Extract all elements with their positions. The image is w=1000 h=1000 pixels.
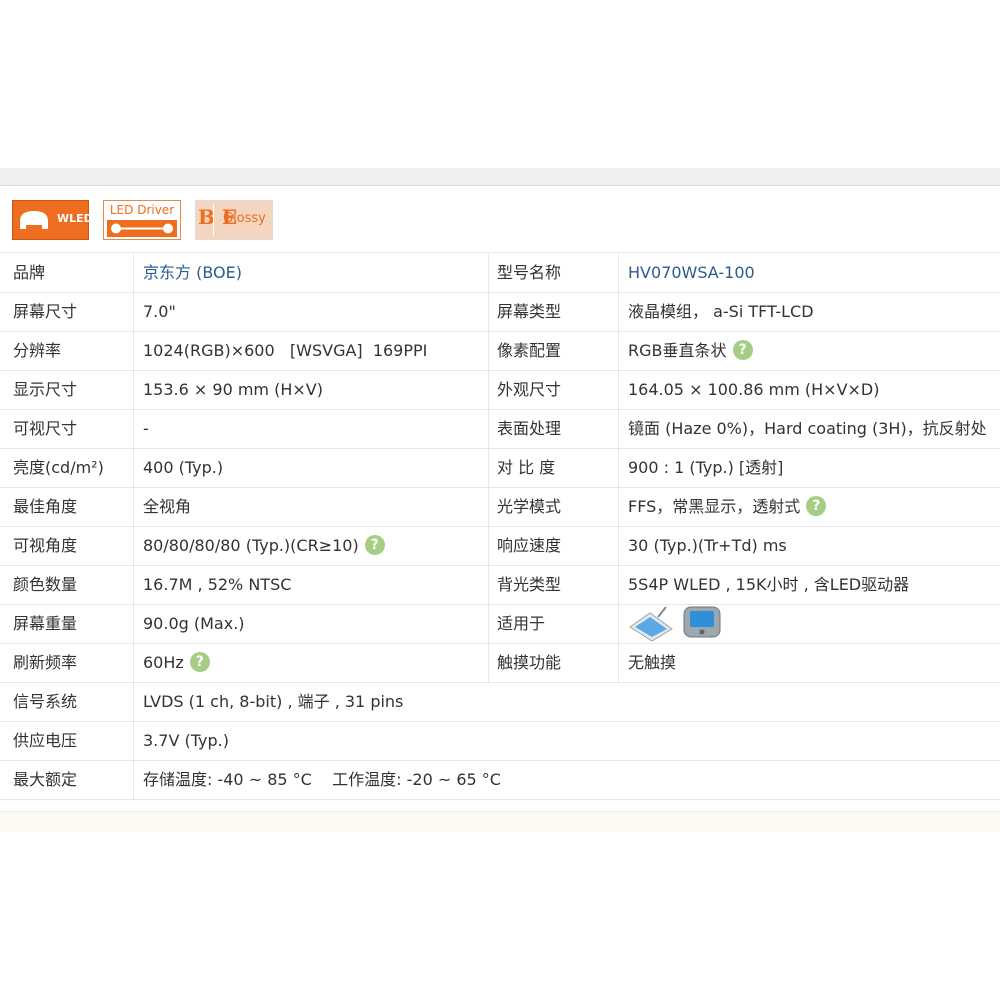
luminance-key: 亮度(cd/m²) [13, 458, 104, 477]
outline-key: 外观尺寸 [497, 380, 562, 399]
contrast-key: 对 比 度 [497, 458, 556, 477]
pixel-key: 像素配置 [497, 341, 562, 360]
type-value: 液晶模组， a-Si TFT-LCD [628, 302, 814, 321]
table-row: 品牌 京东方 (BOE) 型号名称 HV070WSA-100 [0, 254, 1000, 293]
view-angle-value: 80/80/80/80 (Typ.)(CR≥10)? [143, 527, 488, 565]
luminance-value: 400 (Typ.) [143, 458, 224, 477]
bottom-band [0, 811, 1000, 832]
help-icon[interactable]: ? [806, 495, 827, 516]
feature-badges: WLED LED Driver B E Glossy [0, 186, 1000, 253]
resolution-text: 1024(RGB)×600 [WSVGA] 169PPI [143, 341, 428, 360]
weight-value: 90.0g (Max.) [143, 614, 245, 633]
best-angle-value: 全视角 [143, 497, 192, 516]
glossy-separator [213, 204, 214, 236]
pixel-value: RGB垂直条状? [628, 332, 1000, 370]
size-value: 7.0" [143, 302, 176, 321]
type-key: 屏幕类型 [497, 302, 562, 321]
optical-value: FFS，常黑显示，透射式? [628, 488, 1000, 526]
optical-key: 光学模式 [497, 497, 562, 516]
color-key: 颜色数量 [13, 575, 78, 594]
help-icon[interactable]: ? [189, 651, 210, 672]
display-size-value: 153.6 × 90 mm (H×V) [143, 380, 323, 399]
wled-icon [20, 211, 48, 229]
top-band [0, 168, 1000, 186]
resolution-key: 分辨率 [13, 341, 62, 360]
backlight-key: 背光类型 [497, 575, 562, 594]
voltage-key: 供应电压 [13, 731, 78, 750]
application-devices [629, 606, 721, 642]
led-driver-label: LED Driver [109, 203, 175, 217]
outline-value: 164.05 × 100.86 mm (H×V×D) [628, 380, 880, 399]
brand-key: 品牌 [13, 263, 46, 282]
wled-label: WLED [57, 212, 93, 225]
contrast-value: 900 : 1 (Typ.) [透射] [628, 458, 784, 477]
display-size-key: 显示尺寸 [13, 380, 78, 399]
model-link[interactable]: HV070WSA-100 [628, 254, 1000, 292]
signal-value: LVDS (1 ch, 8-bit) , 端子 , 31 pins [143, 692, 404, 711]
tablet-icon[interactable] [629, 606, 673, 642]
glossy-badge: B E Glossy [195, 200, 273, 240]
view-size-value: - [143, 419, 149, 438]
view-angle-text: 80/80/80/80 (Typ.)(CR≥10) [143, 536, 359, 555]
table-row: 显示尺寸 153.6 × 90 mm (H×V) 外观尺寸 164.05 × 1… [0, 371, 1000, 410]
touch-value: 无触摸 [628, 653, 677, 672]
touch-key: 触摸功能 [497, 653, 562, 672]
table-row: 屏幕重量 90.0g (Max.) 适用于 [0, 605, 1000, 644]
voltage-value: 3.7V (Typ.) [143, 731, 229, 750]
table-row: 颜色数量 16.7M , 52% NTSC 背光类型 5S4P WLED , 1… [0, 566, 1000, 605]
color-value: 16.7M , 52% NTSC [143, 575, 292, 594]
pixel-text: RGB垂直条状 [628, 341, 727, 360]
table-row: 分辨率 1024(RGB)×600 [WSVGA] 169PPI 像素配置 RG… [0, 332, 1000, 371]
table-row: 可视尺寸 - 表面处理 镜面 (Haze 0%)，Hard coating (3… [0, 410, 1000, 449]
view-size-key: 可视尺寸 [13, 419, 78, 438]
weight-key: 屏幕重量 [13, 614, 78, 633]
backlight-value: 5S4P WLED , 15K小时 , 含LED驱动器 [628, 575, 910, 594]
table-row: 刷新频率 60Hz? 触摸功能 无触摸 [0, 644, 1000, 683]
table-row: 供应电压 3.7V (Typ.) [0, 722, 1000, 761]
table-row: 最大额定 存储温度: -40 ~ 85 °C 工作温度: -20 ~ 65 °C [0, 761, 1000, 800]
response-value: 30 (Typ.)(Tr+Td) ms [628, 536, 787, 555]
surface-key: 表面处理 [497, 419, 562, 438]
handheld-device-icon[interactable] [683, 606, 721, 638]
glossy-label: Glossy [223, 211, 266, 226]
led-driver-badge: LED Driver [103, 200, 181, 240]
table-row: 屏幕尺寸 7.0" 屏幕类型 液晶模组， a-Si TFT-LCD [0, 293, 1000, 332]
apply-value [628, 605, 1000, 643]
apply-key: 适用于 [497, 614, 546, 633]
max-rating-text: 存储温度: -40 ~ 85 °C 工作温度: -20 ~ 65 °C [143, 770, 501, 789]
max-rating-value: 存储温度: -40 ~ 85 °C 工作温度: -20 ~ 65 °C [143, 761, 983, 799]
refresh-value: 60Hz? [143, 644, 488, 682]
view-angle-key: 可视角度 [13, 536, 78, 555]
help-icon[interactable]: ? [364, 534, 385, 555]
signal-key: 信号系统 [13, 692, 78, 711]
resolution-value: 1024(RGB)×600 [WSVGA] 169PPI [143, 332, 488, 370]
optical-text: FFS，常黑显示，透射式 [628, 497, 801, 516]
table-row: 信号系统 LVDS (1 ch, 8-bit) , 端子 , 31 pins [0, 683, 1000, 722]
table-row: 亮度(cd/m²) 400 (Typ.) 对 比 度 900 : 1 (Typ.… [0, 449, 1000, 488]
help-icon[interactable]: ? [732, 339, 753, 360]
best-angle-key: 最佳角度 [13, 497, 78, 516]
table-row: 可视角度 80/80/80/80 (Typ.)(CR≥10)? 响应速度 30 … [0, 527, 1000, 566]
led-driver-icon [107, 220, 177, 237]
model-key: 型号名称 [497, 263, 562, 282]
refresh-text: 60Hz [143, 653, 184, 672]
surface-value: 镜面 (Haze 0%)，Hard coating (3H)，抗反射处 [628, 419, 987, 438]
table-row: 最佳角度 全视角 光学模式 FFS，常黑显示，透射式? [0, 488, 1000, 527]
brand-link[interactable]: 京东方 (BOE) [143, 254, 488, 292]
max-rating-key: 最大额定 [13, 770, 78, 789]
response-key: 响应速度 [497, 536, 562, 555]
size-key: 屏幕尺寸 [13, 302, 78, 321]
spec-table: 品牌 京东方 (BOE) 型号名称 HV070WSA-100 屏幕尺寸 7.0"… [0, 254, 1000, 800]
refresh-key: 刷新频率 [13, 653, 78, 672]
wled-badge: WLED [12, 200, 93, 240]
